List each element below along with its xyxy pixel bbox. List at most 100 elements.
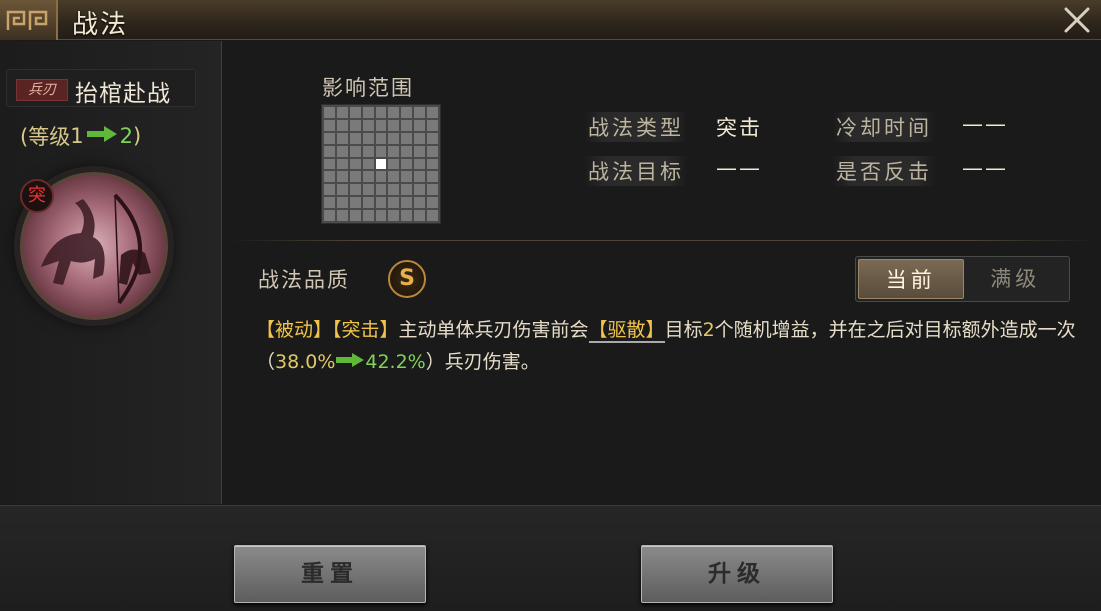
range-cell — [388, 145, 400, 157]
damage-pct-to: 42.2% — [365, 351, 426, 373]
range-cell — [388, 158, 400, 170]
range-cell — [427, 132, 438, 144]
range-cell — [375, 119, 387, 131]
range-cell — [362, 210, 374, 221]
tab-current[interactable]: 当前 — [858, 259, 964, 299]
close-icon[interactable] — [1061, 4, 1093, 36]
range-cell — [375, 184, 387, 196]
range-cell — [401, 184, 413, 196]
buff-count: 2 — [702, 319, 715, 341]
range-cell — [324, 119, 335, 131]
damage-pct-from: 38.0% — [275, 351, 336, 373]
fret-pattern-icon — [6, 10, 48, 30]
range-cell — [388, 184, 400, 196]
range-cell — [427, 171, 438, 183]
skill-name-row: 兵刃 抬棺赴战 — [6, 69, 196, 107]
range-cell — [349, 210, 361, 221]
keyword-dispel[interactable]: 【驱散】 — [588, 319, 665, 343]
range-cell — [324, 145, 335, 157]
range-cell — [401, 171, 413, 183]
range-grid — [321, 104, 441, 224]
range-label: 影响范围 — [322, 76, 414, 100]
range-cell — [349, 197, 361, 209]
skill-target-label: 战法目标 — [584, 156, 688, 186]
level-from: 1 — [70, 124, 84, 148]
action-bar — [0, 505, 1101, 611]
range-cell — [427, 107, 438, 118]
range-cell — [401, 145, 413, 157]
range-cell — [388, 132, 400, 144]
range-cell — [324, 132, 335, 144]
range-cell — [388, 119, 400, 131]
range-cell — [362, 197, 374, 209]
counterattack-value: —— — [962, 156, 1008, 180]
quality-label: 战法品质 — [258, 268, 350, 292]
range-cell — [336, 197, 348, 209]
range-cell — [349, 184, 361, 196]
range-cell — [375, 171, 387, 183]
level-indicator: (等级 1 2 ) — [20, 121, 141, 151]
range-cell — [336, 107, 348, 118]
skill-name: 抬棺赴战 — [75, 81, 171, 107]
close-button[interactable] — [1061, 4, 1093, 36]
range-cell — [362, 145, 374, 157]
tab-max-level[interactable]: 满级 — [964, 259, 1068, 299]
range-cell — [324, 197, 335, 209]
range-cell — [414, 119, 426, 131]
range-cell — [427, 197, 438, 209]
range-cell — [324, 158, 335, 170]
range-cell — [401, 132, 413, 144]
range-cell — [349, 119, 361, 131]
range-cell — [375, 197, 387, 209]
keyword-assault: 【突击】 — [332, 319, 399, 341]
range-cell — [427, 184, 438, 196]
cooldown-label: 冷却时间 — [832, 112, 936, 142]
range-cell — [362, 107, 374, 118]
range-cell — [362, 171, 374, 183]
cooldown-value: —— — [962, 112, 1008, 136]
range-cell — [336, 158, 348, 170]
range-cell — [375, 210, 387, 221]
skill-type-label: 战法类型 — [584, 112, 688, 142]
section-divider — [228, 240, 1098, 241]
desc-text-4: ）兵刃伤害。 — [425, 351, 540, 373]
range-cell — [401, 210, 413, 221]
range-cell — [427, 145, 438, 157]
reset-button[interactable]: 重置 — [234, 545, 426, 603]
range-cell — [324, 107, 335, 118]
title-ornament — [0, 0, 58, 40]
range-cell — [349, 171, 361, 183]
level-prefix: (等级 — [20, 125, 71, 149]
range-cell — [401, 158, 413, 170]
level-to: 2 — [119, 124, 133, 148]
range-cell — [375, 132, 387, 144]
range-cell — [336, 171, 348, 183]
range-cell — [362, 119, 374, 131]
skill-type-tag: 兵刃 — [16, 79, 68, 101]
keyword-passive: 【被动】 — [256, 319, 333, 341]
range-cell — [375, 145, 387, 157]
range-cell — [336, 145, 348, 157]
range-cell — [362, 132, 374, 144]
range-cell — [336, 184, 348, 196]
range-cell — [349, 107, 361, 118]
range-cell — [414, 107, 426, 118]
skill-type-value: 突击 — [716, 116, 762, 140]
range-cell — [427, 158, 438, 170]
range-cell — [388, 107, 400, 118]
range-cell — [362, 158, 374, 170]
page-title: 战法 — [72, 10, 129, 40]
title-bar: 战法 — [0, 0, 1101, 40]
upgrade-button[interactable]: 升级 — [641, 545, 833, 603]
range-cell — [362, 184, 374, 196]
level-suffix: ) — [132, 124, 142, 148]
skill-target-value: —— — [716, 156, 762, 180]
range-cell-active — [375, 158, 387, 170]
arrow-right-icon — [335, 351, 365, 373]
range-cell — [336, 210, 348, 221]
range-cell — [401, 119, 413, 131]
range-cell — [324, 184, 335, 196]
range-cell — [401, 107, 413, 118]
range-cell — [349, 145, 361, 157]
counterattack-label: 是否反击 — [832, 156, 936, 186]
